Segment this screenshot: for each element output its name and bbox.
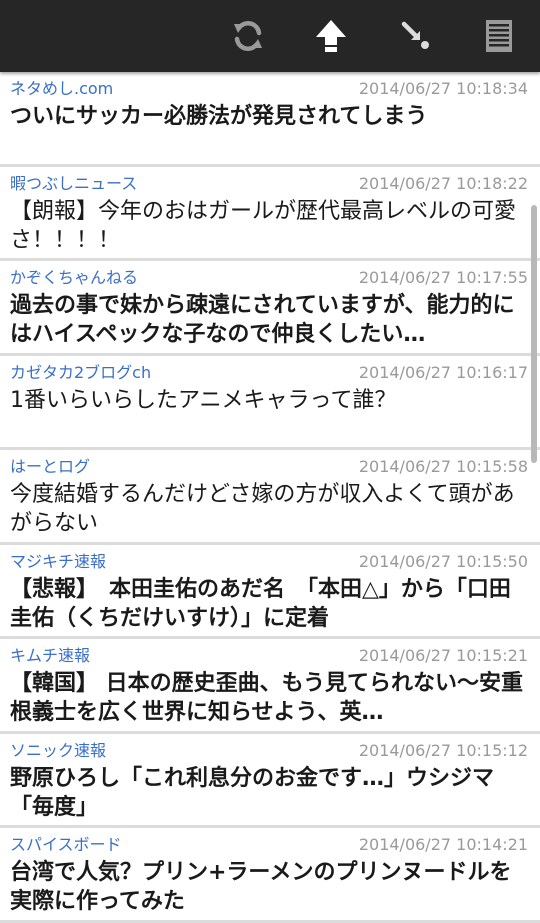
refresh-icon <box>234 20 262 52</box>
list-icon <box>486 20 512 52</box>
item-title: 今度結婚するんだけどさ嫁の方が収入よくて頭があがらない <box>10 482 515 536</box>
list-item[interactable]: かぞくちゃんねる 2014/06/27 10:17:55 過去の事で妹から疎遠にされ… <box>0 261 540 356</box>
list-item[interactable]: ソニック速報 2014/06/27 10:15:12 野原ひろし「これ利息分のお金で… <box>0 734 540 828</box>
list-item[interactable]: キムチ速報 2014/06/27 10:15:21 【韓国】 日本の歴史歪曲、もう見… <box>0 639 540 734</box>
item-meta: ソニック速報 2014/06/27 10:15:12 <box>10 740 528 762</box>
item-title: 【韓国】 日本の歴史歪曲、もう見てられない～安重根義士を広く世界に知らせよう、英… <box>10 671 524 725</box>
item-source: マジキチ速報 <box>10 551 107 571</box>
arrow-down-right-icon <box>401 21 429 49</box>
item-meta: スパイスボード 2014/06/27 10:14:21 <box>10 834 528 856</box>
item-source: ネタめし.com <box>10 79 114 98</box>
item-meta: かぞくちゃんねる 2014/06/27 10:17:55 <box>10 267 528 289</box>
item-title: 過去の事で妹から疎遠にされていますが、能力的にはハイスペックな子なので仲良くした… <box>10 293 515 347</box>
item-timestamp: 2014/06/27 10:15:58 <box>358 457 528 476</box>
arrow-up-icon <box>316 20 346 52</box>
item-title: ついにサッカー必勝法が発見されてしまう <box>10 104 428 129</box>
item-meta: ネタめし.com 2014/06/27 10:18:34 <box>10 78 528 100</box>
item-timestamp: 2014/06/27 10:17:55 <box>358 268 528 287</box>
item-title: 【朗報】今年のおはガールが歴代最高レベルの可愛さ！！！！ <box>10 198 517 253</box>
item-timestamp: 2014/06/27 10:16:17 <box>358 362 528 382</box>
list-item[interactable]: スパイスボード 2014/06/27 10:14:21 台湾で人気？プリン+ラーメン… <box>0 828 540 923</box>
list-item[interactable]: ネタめし.com 2014/06/27 10:18:34 ついにサッカー必勝法が発見… <box>0 72 540 167</box>
item-source: キムチ速報 <box>10 646 91 665</box>
list-item[interactable]: カゼタカ2ブログch 2014/06/27 10:16:17 1番いらいらしたアニメ… <box>0 356 540 450</box>
item-meta: はーとログ 2014/06/27 10:15:58 <box>10 456 528 478</box>
item-timestamp: 2014/06/27 10:15:12 <box>358 740 528 760</box>
item-source: スパイスボード <box>10 835 122 854</box>
item-title: 1番いらいらしたアニメキャラって誰？ <box>10 387 397 413</box>
item-source: カゼタカ2ブログch <box>10 362 152 382</box>
item-source: かぞくちゃんねる <box>10 268 139 287</box>
item-timestamp: 2014/06/27 10:18:22 <box>358 173 528 193</box>
item-meta: 暇つぶしニュース 2014/06/27 10:18:22 <box>10 173 528 195</box>
item-timestamp: 2014/06/27 10:14:21 <box>358 835 528 854</box>
item-title: 野原ひろし「これ利息分のお金です…」ウシジマ「毎度」 <box>10 765 495 820</box>
scroll-latest-button[interactable] <box>388 0 444 72</box>
scrollbar[interactable] <box>531 205 537 463</box>
list-item[interactable]: マジキチ速報 2014/06/27 10:15:50 【悲報】 本田圭佑のあだ名 「… <box>0 545 540 639</box>
item-source: ソニック速報 <box>10 740 107 760</box>
item-timestamp: 2014/06/27 10:15:50 <box>358 551 528 571</box>
item-source: 暇つぶしニュース <box>10 173 138 193</box>
refresh-button[interactable] <box>220 0 276 72</box>
item-source: はーとログ <box>10 457 91 476</box>
item-meta: キムチ速報 2014/06/27 10:15:21 <box>10 645 528 667</box>
article-feed: ネタめし.com 2014/06/27 10:18:34 ついにサッカー必勝法が発見… <box>0 72 540 923</box>
scroll-top-button[interactable] <box>303 0 359 72</box>
item-title: 【悲報】 本田圭佑のあだ名 「本田△」から「口田圭佑（くちだけいすけ）」に定着 <box>10 576 511 631</box>
list-item[interactable]: はーとログ 2014/06/27 10:15:58 今度結婚するんだけどさ嫁の方が収… <box>0 450 540 545</box>
list-menu-button[interactable] <box>471 0 527 72</box>
item-title: 台湾で人気？プリン+ラーメンのプリンヌードルを実際に作ってみた <box>10 860 512 914</box>
list-item[interactable]: 暇つぶしニュース 2014/06/27 10:18:22 【朗報】今年のおはガールが… <box>0 167 540 261</box>
item-meta: マジキチ速報 2014/06/27 10:15:50 <box>10 551 528 573</box>
action-bar <box>0 0 540 72</box>
item-timestamp: 2014/06/27 10:18:34 <box>358 79 528 98</box>
item-meta: カゼタカ2ブログch 2014/06/27 10:16:17 <box>10 362 528 384</box>
item-timestamp: 2014/06/27 10:15:21 <box>358 646 528 665</box>
